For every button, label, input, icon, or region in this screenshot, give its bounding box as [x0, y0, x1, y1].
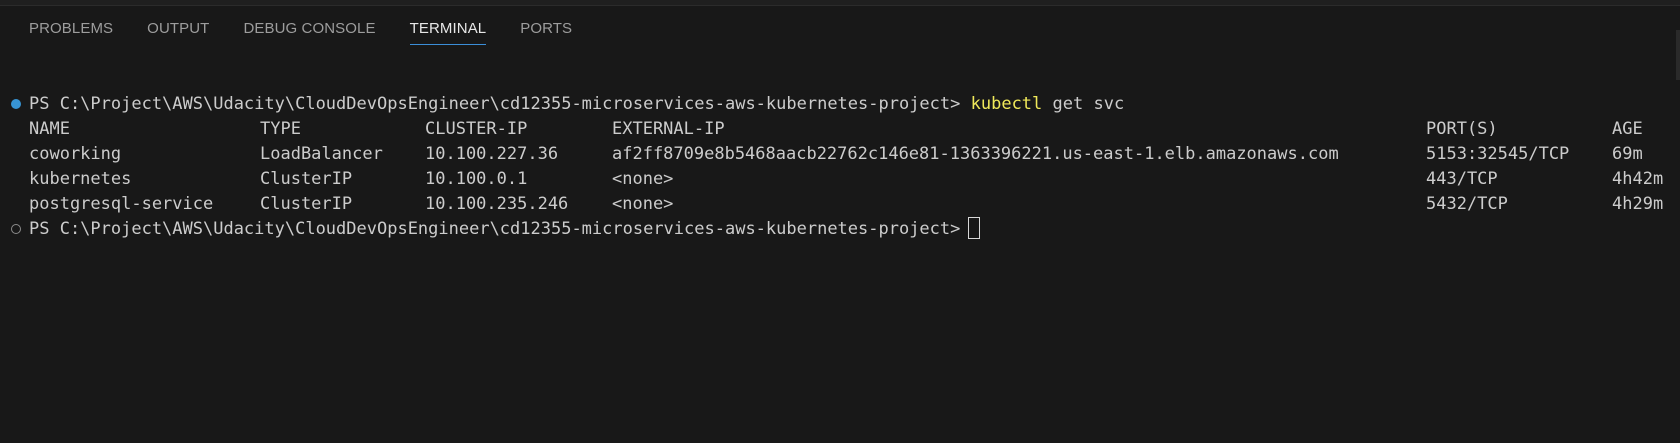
terminal-cursor	[968, 217, 981, 239]
row-ports: 443/TCP	[1426, 169, 1498, 189]
table-header-row: NAME TYPE CLUSTER-IP EXTERNAL-IP PORT(S)…	[0, 117, 1668, 142]
command-args: get svc	[1052, 94, 1125, 114]
row-cluster-ip: 10.100.227.36	[425, 144, 559, 164]
header-ports: PORT(S)	[1426, 119, 1498, 139]
row-external-ip[interactable]: af2ff8709e8b5468aacb22762c146e81-1363396…	[612, 142, 1339, 167]
command-pending-decoration-icon[interactable]	[11, 224, 21, 234]
header-name: NAME	[29, 119, 70, 139]
current-prompt-line[interactable]: PS C:\Project\AWS\Udacity\CloudDevOpsEng…	[0, 217, 1668, 242]
header-age: AGE	[1612, 119, 1643, 139]
row-name: kubernetes	[29, 169, 132, 189]
prompt-line: PS C:\Project\AWS\Udacity\CloudDevOpsEng…	[29, 92, 1124, 117]
tab-output[interactable]: OUTPUT	[147, 6, 209, 44]
row-external-ip: <none>	[612, 169, 674, 189]
header-external-ip: EXTERNAL-IP	[612, 119, 725, 139]
prompt-line: PS C:\Project\AWS\Udacity\CloudDevOpsEng…	[29, 217, 981, 242]
row-cluster-ip: 10.100.235.246	[425, 194, 569, 214]
prompt-text: PS C:\Project\AWS\Udacity\CloudDevOpsEng…	[29, 219, 961, 239]
table-row: coworking LoadBalancer 10.100.227.36 af2…	[0, 142, 1668, 167]
table-row: postgresql-service ClusterIP 10.100.235.…	[0, 192, 1668, 217]
row-type: LoadBalancer	[260, 144, 383, 164]
table-row: kubernetes ClusterIP 10.100.0.1 <none> 4…	[0, 167, 1668, 192]
command-line: PS C:\Project\AWS\Udacity\CloudDevOpsEng…	[0, 92, 1668, 117]
row-name: coworking	[29, 144, 122, 164]
tab-debug-console[interactable]: DEBUG CONSOLE	[243, 6, 375, 44]
command-success-decoration-icon[interactable]	[11, 99, 21, 109]
panel-tab-bar: PROBLEMS OUTPUT DEBUG CONSOLE TERMINAL P…	[0, 6, 1680, 50]
terminal-scrollbar[interactable]	[1676, 30, 1680, 80]
tab-terminal[interactable]: TERMINAL	[409, 6, 487, 45]
tab-problems[interactable]: PROBLEMS	[29, 6, 113, 44]
terminal-output[interactable]: PS C:\Project\AWS\Udacity\CloudDevOpsEng…	[0, 92, 1668, 242]
row-ports: 5432/TCP	[1426, 194, 1508, 214]
row-age: 4h42m	[1612, 169, 1664, 189]
prompt-text: PS C:\Project\AWS\Udacity\CloudDevOpsEng…	[29, 94, 961, 114]
row-name: postgresql-service	[29, 194, 214, 214]
header-type: TYPE	[260, 119, 301, 139]
tab-ports[interactable]: PORTS	[520, 6, 572, 44]
row-age: 69m	[1612, 144, 1643, 164]
row-ports: 5153:32545/TCP	[1426, 144, 1570, 164]
row-age: 4h29m	[1612, 194, 1664, 214]
row-external-ip: <none>	[612, 194, 674, 214]
row-cluster-ip: 10.100.0.1	[425, 169, 528, 189]
row-type: ClusterIP	[260, 169, 353, 189]
header-cluster-ip: CLUSTER-IP	[425, 119, 528, 139]
row-type: ClusterIP	[260, 194, 353, 214]
command-program: kubectl	[970, 94, 1043, 114]
